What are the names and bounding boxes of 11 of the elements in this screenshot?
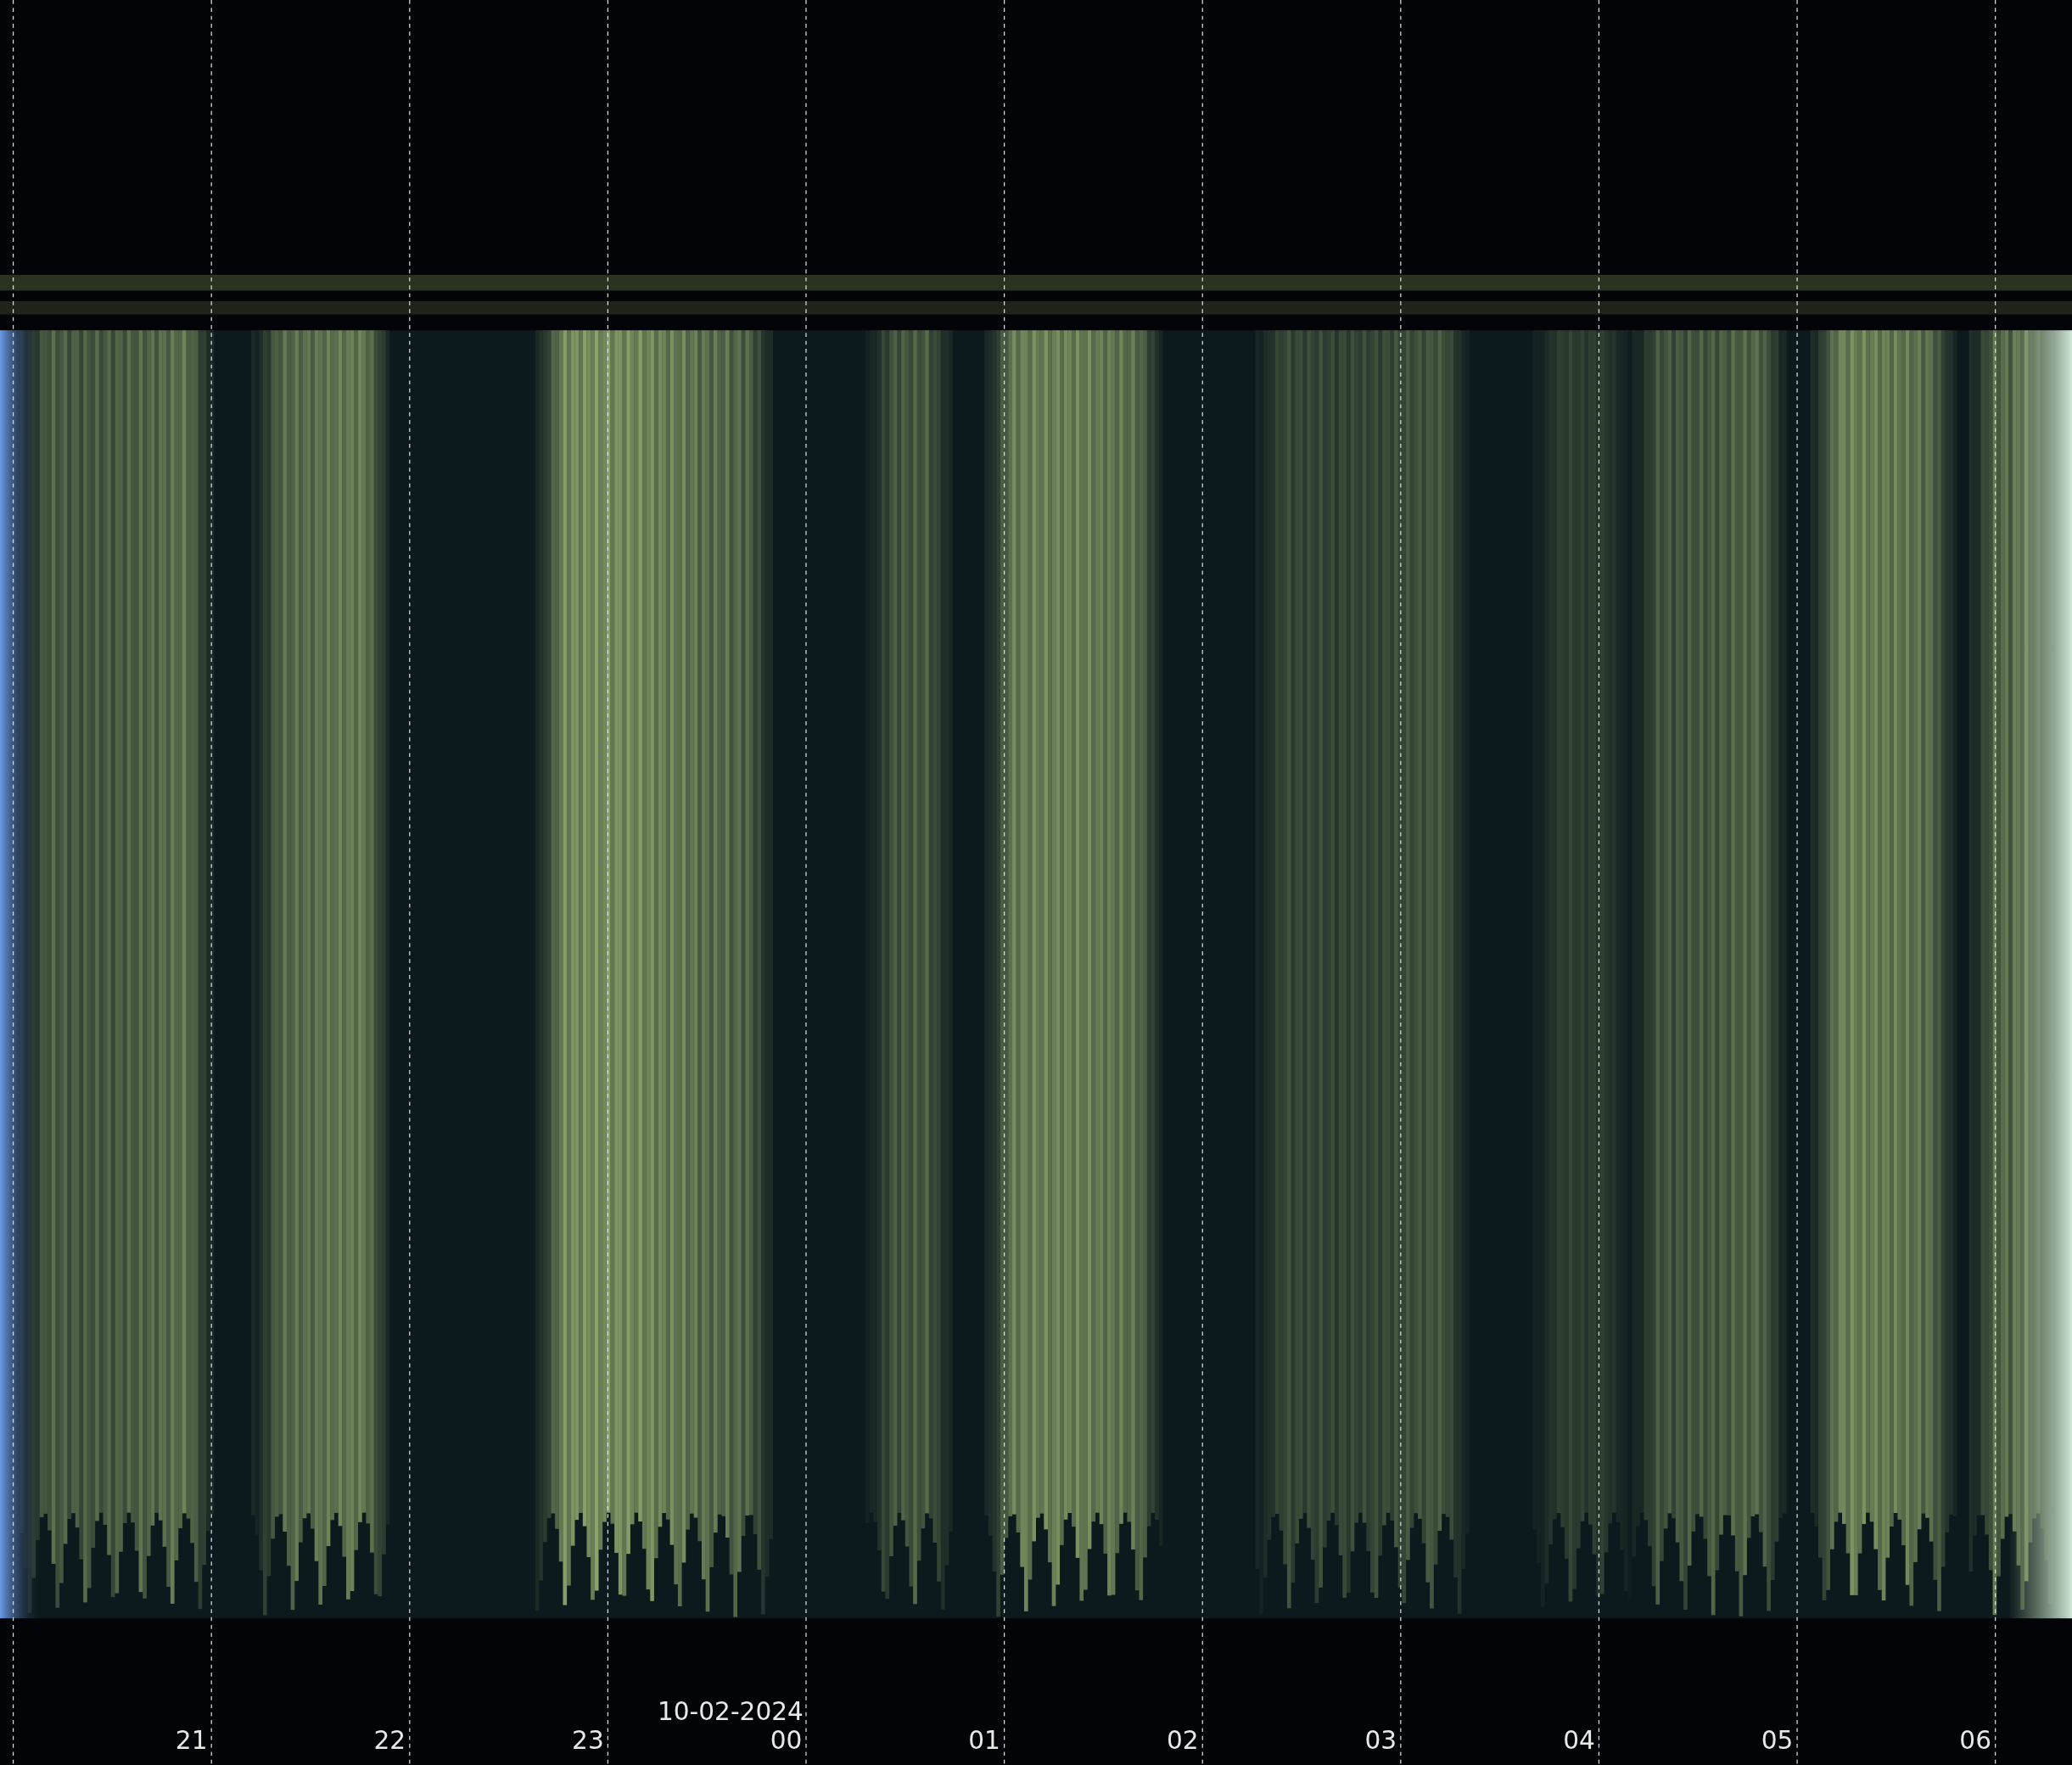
hour-label: 00	[770, 1726, 803, 1756]
hour-label: 03	[1364, 1726, 1397, 1756]
hour-label: 02	[1166, 1726, 1199, 1756]
hour-label: 06	[1959, 1726, 1991, 1756]
hour-label: 04	[1563, 1726, 1595, 1756]
hour-label: 21	[175, 1726, 208, 1756]
date-label: 10-02-2024	[657, 1697, 804, 1727]
hour-label: 05	[1761, 1726, 1794, 1756]
hour-label: 22	[373, 1726, 406, 1756]
hour-label: 01	[968, 1726, 1000, 1756]
hour-label: 23	[572, 1726, 604, 1756]
